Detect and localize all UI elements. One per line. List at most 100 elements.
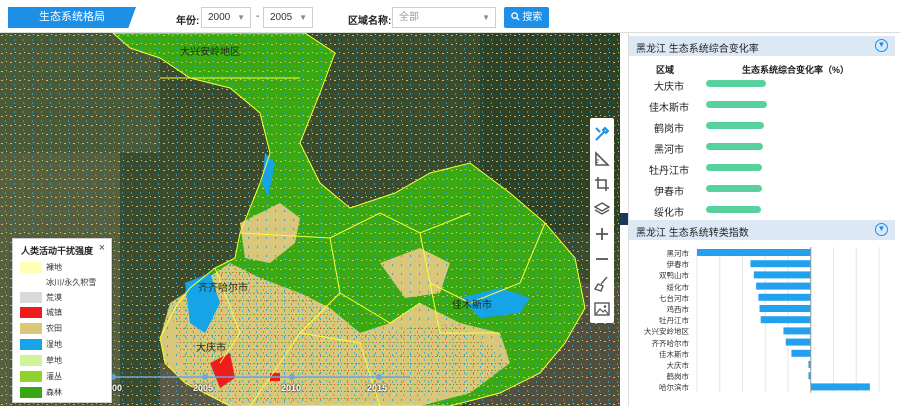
legend-swatch	[20, 355, 42, 366]
rate-section-header: 黑龙江 生态系统综合变化率 ▼	[629, 36, 895, 56]
transfer-bar	[753, 271, 811, 279]
right-panel: 黑龙江 生态系统综合变化率 ▼ 区域 生态系统综合变化率（%） 大庆市 佳木斯市…	[628, 33, 900, 406]
rate-bar	[706, 206, 761, 213]
transfer-bar	[791, 349, 811, 357]
tools-button[interactable]	[590, 122, 614, 146]
image-icon	[594, 302, 610, 316]
timeline-tick[interactable]	[376, 374, 382, 380]
rate-row-region: 黑河市	[654, 145, 684, 156]
ruler-icon	[595, 151, 610, 166]
place-label-daqing: 大庆市	[196, 341, 226, 354]
legend-panel: 人类活动干扰强度 × 裸地 冰川/永久积雪 荒漠 城镇 农田 湿地 草地 灌丛 …	[12, 238, 112, 403]
transfer-chart	[696, 247, 880, 393]
measure-button[interactable]	[590, 147, 614, 171]
transfer-bar	[697, 249, 811, 256]
search-icon	[510, 12, 520, 21]
transfer-bar	[810, 383, 870, 391]
legend-item: 灌丛	[20, 371, 110, 383]
chevron-down-icon: ▼	[482, 13, 490, 22]
year-from-select[interactable]: 2000 ▼	[201, 7, 251, 28]
rate-row-region: 佳木斯市	[649, 103, 689, 114]
rate-row-region: 大庆市	[654, 82, 684, 93]
place-label-daxinganling: 大兴安岭地区	[180, 45, 240, 58]
legend-swatch	[20, 323, 42, 334]
export-image-button[interactable]	[590, 297, 614, 321]
legend-title: 人类活动干扰强度	[21, 246, 94, 256]
rate-bar	[706, 101, 767, 108]
rate-bar	[706, 122, 764, 129]
clear-icon	[594, 276, 608, 292]
legend-swatch	[20, 339, 42, 350]
timeline-year[interactable]: 2015	[367, 383, 387, 393]
year-label: 年份:	[176, 16, 200, 27]
legend-item: 冰川/永久积雪	[20, 277, 110, 289]
place-label-jiamusi: 佳木斯市	[452, 298, 492, 311]
tools-icon	[595, 126, 610, 141]
rate-col-value: 生态系统综合变化率（%）	[742, 65, 850, 75]
rate-col-region: 区域	[656, 65, 675, 75]
legend-item: 森林	[20, 387, 110, 399]
legend-swatch	[20, 387, 42, 398]
page-title-tab[interactable]: 生态系统格局	[8, 7, 136, 28]
timeline-tick[interactable]	[202, 374, 208, 380]
year-to-value: 2005	[270, 12, 293, 23]
transfer-bar	[750, 260, 811, 268]
transfer-bar	[756, 282, 811, 290]
rate-section-title: 黑龙江 生态系统综合变化率	[636, 44, 759, 55]
region-value: 全部	[399, 12, 419, 23]
chevron-down-icon: ▼	[237, 13, 245, 22]
region-label: 区域名称:	[348, 16, 392, 27]
crop-button[interactable]	[590, 172, 614, 196]
rate-bar	[706, 143, 763, 150]
rate-row-region: 伊春市	[654, 187, 684, 198]
transfer-bar	[785, 338, 811, 346]
chevron-down-icon: ▼	[299, 13, 307, 22]
timeline-year[interactable]: 2005	[193, 383, 213, 393]
legend-item: 荒漠	[20, 292, 110, 304]
transfer-bar	[760, 316, 811, 324]
legend-item: 城镇	[20, 307, 110, 319]
legend-swatch	[20, 307, 42, 318]
clear-button[interactable]	[590, 272, 614, 296]
year-to-select[interactable]: 2005 ▼	[263, 7, 313, 28]
panel-collapse-handle[interactable]	[620, 213, 628, 225]
region-select[interactable]: 全部 ▼	[392, 7, 496, 28]
zoom-in-icon	[596, 228, 608, 240]
timeline-tick[interactable]	[289, 374, 295, 380]
rate-row-region: 绥化市	[654, 208, 684, 219]
year-from-value: 2000	[208, 12, 231, 23]
rate-bar	[706, 185, 762, 192]
legend-swatch	[20, 277, 42, 288]
download-icon[interactable]: ▼	[875, 223, 888, 236]
download-icon[interactable]: ▼	[875, 39, 888, 52]
place-label-qiqihar: 齐齐哈尔市	[198, 281, 248, 294]
rate-bar	[706, 80, 766, 87]
legend-swatch	[20, 371, 42, 382]
legend-item: 草地	[20, 355, 110, 367]
search-label: 搜索	[522, 12, 543, 23]
year-separator: -	[256, 11, 260, 22]
layers-icon	[594, 202, 610, 215]
legend-swatch	[20, 262, 42, 273]
rate-row-region: 牡丹江市	[649, 166, 689, 177]
zoom-in-button[interactable]	[590, 222, 614, 246]
map-toolbar	[590, 118, 614, 323]
legend-item: 湿地	[20, 339, 110, 351]
legend-item: 农田	[20, 323, 110, 335]
zoom-out-button[interactable]	[590, 247, 614, 271]
transfer-bar	[783, 327, 811, 335]
map-view[interactable]: 大兴安岭地区 大庆市 佳木斯市 齐齐哈尔市 ‹ 2000 2005 2010 2…	[0, 33, 620, 406]
zoom-out-icon	[596, 258, 608, 260]
crop-icon	[595, 177, 609, 191]
rate-bar	[706, 164, 762, 171]
legend-swatch	[20, 292, 42, 303]
transfer-section-title: 黑龙江 生态系统转类指数	[636, 228, 749, 239]
transfer-bar	[759, 305, 811, 312]
rate-row-region: 鹤岗市	[654, 124, 684, 135]
transfer-bar	[758, 293, 811, 301]
layers-button[interactable]	[590, 197, 614, 221]
close-icon[interactable]: ×	[99, 242, 105, 254]
top-toolbar: 生态系统格局 年份: 2000 ▼ - 2005 ▼ 区域名称: 全部 ▼ 搜索	[0, 0, 900, 33]
search-button[interactable]: 搜索	[504, 7, 549, 28]
timeline-year[interactable]: 2010	[281, 383, 301, 393]
